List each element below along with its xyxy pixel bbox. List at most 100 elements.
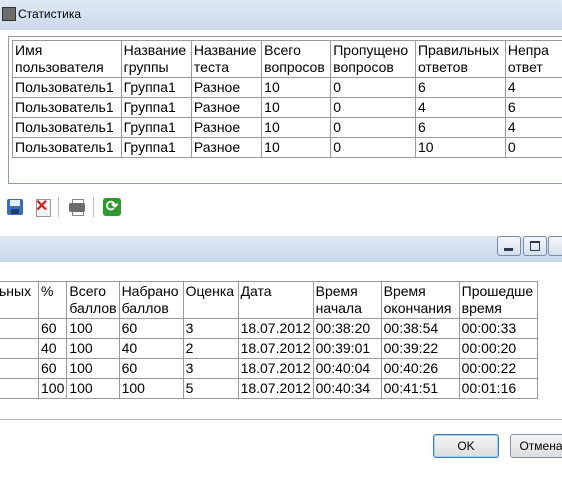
table-cell[interactable]: 4 (414, 97, 506, 118)
column-header[interactable]: Правильных ответов (414, 40, 506, 78)
close-button[interactable] (548, 236, 562, 256)
table-cell[interactable]: 10 (261, 97, 332, 118)
cancel-button[interactable]: Отмена (510, 434, 562, 458)
table-row[interactable]: 40 100 40 2 18.07.2012 00:39:01 00:39:22 00:00:… (0, 338, 538, 359)
refresh-icon[interactable]: ⟳ (103, 198, 121, 216)
table-cell[interactable]: 0 (330, 137, 416, 158)
table-cell[interactable] (0, 338, 39, 359)
table-cell[interactable]: Пользователь1 (12, 77, 122, 98)
table-cell[interactable]: 6 (414, 117, 506, 138)
table-cell[interactable]: 100 (66, 338, 120, 359)
table-cell[interactable]: 0 (504, 137, 562, 158)
title-bar[interactable]: Статистика (0, 0, 562, 30)
table-cell[interactable]: 0 (330, 117, 416, 138)
column-header[interactable]: Дата (237, 281, 314, 319)
maximize-button[interactable] (523, 236, 547, 256)
table-cell[interactable]: 00:00:20 (458, 338, 538, 359)
table-cell[interactable]: 4 (504, 117, 562, 138)
table-cell[interactable]: Группа1 (120, 77, 192, 98)
column-header[interactable]: Всего вопросов (261, 40, 332, 78)
table-row[interactable]: 60 100 60 3 18.07.2012 00:38:20 00:38:54 00:00:… (0, 318, 538, 339)
table-cell[interactable]: 00:41:51 (380, 378, 460, 399)
table-cell[interactable] (0, 378, 39, 399)
table-cell[interactable]: 60 (37, 358, 68, 379)
table-cell[interactable]: Пользователь1 (12, 97, 122, 118)
table-cell[interactable]: 100 (66, 358, 120, 379)
table-cell[interactable]: 10 (261, 137, 332, 158)
column-header[interactable]: Оценка (182, 281, 239, 319)
column-header-label: ьных (0, 283, 32, 299)
table-cell[interactable]: 18.07.2012 (237, 358, 314, 379)
table-cell[interactable]: 00:38:54 (380, 318, 460, 339)
table-row[interactable]: Пользователь1 Группа1 Разное 10 0 4 6 (12, 97, 562, 118)
table-cell[interactable] (0, 358, 39, 379)
column-header[interactable]: Название теста (190, 40, 263, 78)
table-cell[interactable]: 6 (504, 97, 562, 118)
column-header[interactable]: % (37, 281, 68, 319)
table-row[interactable]: Пользователь1 Группа1 Разное 10 0 6 4 (12, 77, 562, 98)
table-cell[interactable]: 00:00:33 (458, 318, 538, 339)
table-row[interactable]: 100 100 100 5 18.07.2012 00:40:34 00:41:51 00:0… (0, 378, 538, 399)
ok-button[interactable]: OK (433, 434, 499, 458)
table-cell[interactable]: 10 (261, 77, 332, 98)
delete-icon[interactable]: ✕ (34, 198, 52, 217)
column-header[interactable]: Время окончания (380, 281, 460, 319)
table-row[interactable]: 60 100 60 3 18.07.2012 00:40:04 00:40:26 00:00:… (0, 358, 538, 379)
save-icon[interactable] (6, 198, 24, 216)
table-row[interactable]: Пользователь1 Группа1 Разное 10 0 6 4 (12, 117, 562, 138)
table-cell[interactable]: 5 (182, 378, 239, 399)
table-cell[interactable]: 10 (261, 117, 332, 138)
table-cell[interactable]: Пользователь1 (12, 117, 122, 138)
table-cell[interactable]: Разное (190, 117, 263, 138)
column-header[interactable]: Имя пользователя (12, 40, 122, 78)
column-header[interactable]: ьных (0, 281, 39, 319)
table-cell[interactable]: 00:39:22 (380, 338, 460, 359)
table-cell[interactable]: 00:38:20 (312, 318, 382, 339)
column-header[interactable]: Название группы (120, 40, 192, 78)
table-cell[interactable]: 40 (37, 338, 68, 359)
table-cell[interactable]: 10 (414, 137, 506, 158)
table-cell[interactable]: 00:00:22 (458, 358, 538, 379)
table-cell[interactable]: 100 (66, 318, 120, 339)
table-cell[interactable]: Разное (190, 77, 263, 98)
table-cell[interactable]: Разное (190, 97, 263, 118)
table-cell[interactable]: 00:40:34 (312, 378, 382, 399)
table-cell[interactable]: Разное (190, 137, 263, 158)
print-icon[interactable] (68, 198, 86, 216)
table-cell[interactable] (0, 318, 39, 339)
table-cell[interactable]: Группа1 (120, 117, 192, 138)
table-cell[interactable]: 60 (118, 318, 184, 339)
column-header[interactable]: Всего баллов (66, 281, 120, 319)
table-cell[interactable]: Группа1 (120, 97, 192, 118)
table-cell[interactable]: 3 (182, 358, 239, 379)
column-header[interactable]: Набрано баллов (118, 281, 184, 319)
table-row[interactable]: Пользователь1 Группа1 Разное 10 0 10 0 (12, 137, 562, 158)
table-cell[interactable]: 18.07.2012 (237, 318, 314, 339)
table-cell[interactable]: 100 (118, 378, 184, 399)
table-cell[interactable]: 00:39:01 (312, 338, 382, 359)
table-cell[interactable]: Группа1 (120, 137, 192, 158)
column-header[interactable]: Непра ответ (504, 40, 562, 78)
column-header[interactable]: Пропущено вопросов (330, 40, 416, 78)
table-cell[interactable]: 18.07.2012 (237, 338, 314, 359)
table-cell[interactable]: 2 (182, 338, 239, 359)
table-cell[interactable]: Пользователь1 (12, 137, 122, 158)
table-cell[interactable]: 00:01:16 (458, 378, 538, 399)
table-cell[interactable]: 18.07.2012 (237, 378, 314, 399)
table-cell[interactable]: 3 (182, 318, 239, 339)
table-cell[interactable]: 0 (330, 97, 416, 118)
table-cell[interactable]: 00:40:04 (312, 358, 382, 379)
table-cell[interactable]: 0 (330, 77, 416, 98)
table-cell[interactable]: 100 (66, 378, 120, 399)
table-cell[interactable]: 100 (37, 378, 68, 399)
minimize-button[interactable] (497, 236, 521, 256)
column-header[interactable]: Время начала (312, 281, 382, 319)
title-bar[interactable] (0, 236, 562, 262)
table-cell[interactable]: 40 (118, 338, 184, 359)
table-cell[interactable]: 60 (37, 318, 68, 339)
table-cell[interactable]: 4 (504, 77, 562, 98)
column-header[interactable]: Прошедше время (458, 281, 538, 319)
table-cell[interactable]: 00:40:26 (380, 358, 460, 379)
table-cell[interactable]: 60 (118, 358, 184, 379)
table-cell[interactable]: 6 (414, 77, 506, 98)
